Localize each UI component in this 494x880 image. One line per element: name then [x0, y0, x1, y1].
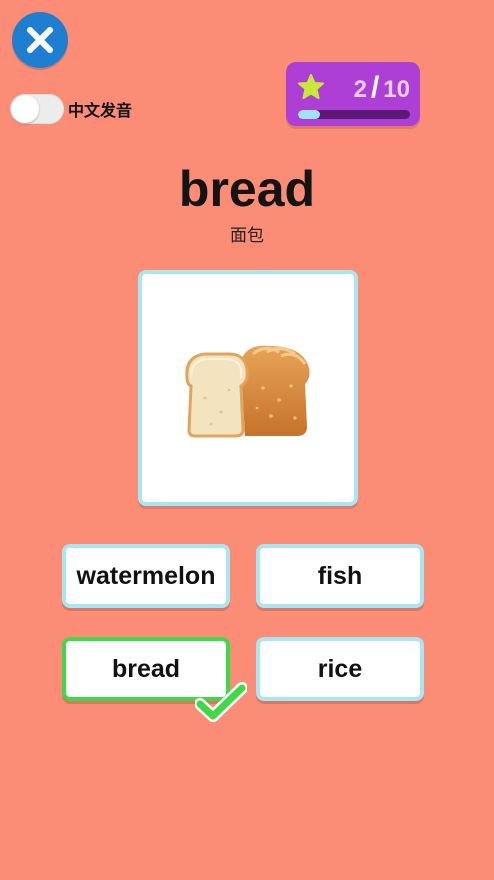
close-button[interactable] [12, 12, 68, 68]
progress-current: 2 [353, 76, 367, 103]
chinese-audio-label: 中文发音 [68, 101, 133, 120]
chinese-audio-toggle-row: 中文发音 [10, 94, 132, 124]
answer-option-fish[interactable]: fish [256, 544, 424, 608]
progress-bar [298, 110, 410, 119]
checkmark-icon [195, 682, 247, 722]
progress-total: 10 [383, 76, 410, 103]
chinese-audio-toggle[interactable] [10, 94, 64, 124]
question-word: bread [178, 161, 316, 217]
question-translation: 面包 [230, 226, 264, 246]
answer-option-watermelon[interactable]: watermelon [62, 544, 230, 608]
progress-panel: 2 / 10 [286, 62, 420, 126]
progress-bar-fill [298, 110, 321, 119]
close-icon [27, 27, 53, 53]
bread-loaf-icon [185, 345, 310, 438]
progress-separator: / [370, 71, 380, 104]
toggle-knob [11, 95, 39, 123]
answer-option-rice[interactable]: rice [256, 637, 424, 701]
star-icon [298, 74, 324, 99]
progress-count: 2 / 10 [354, 71, 410, 105]
word-image-card [138, 270, 358, 506]
